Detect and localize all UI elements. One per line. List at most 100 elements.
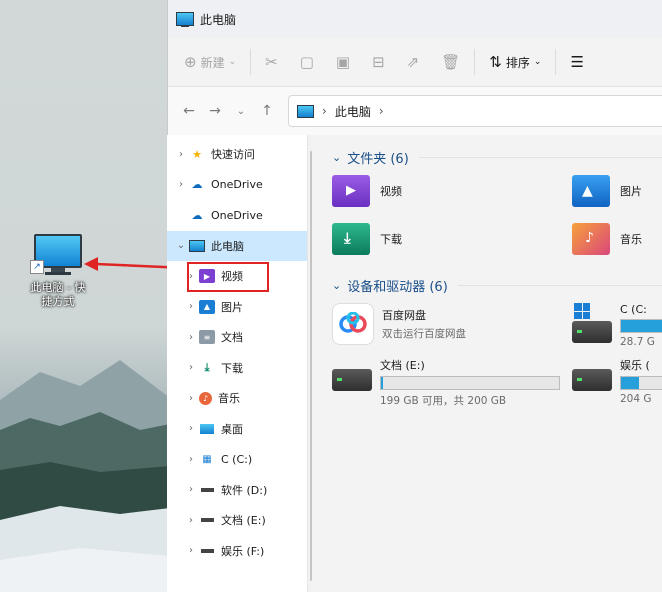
chevron-right-icon[interactable]: ›	[173, 179, 189, 190]
sort-arrows-icon: ⇅	[489, 53, 502, 71]
computer-icon	[297, 104, 314, 118]
plus-circle-icon: ⊕	[184, 53, 197, 71]
view-list-icon: ☰	[570, 53, 584, 71]
rename-button[interactable]: ⊟	[372, 53, 385, 71]
drive-icon	[332, 369, 372, 391]
downloads-folder-icon: ⤓	[332, 223, 370, 255]
cloud-icon: ☁	[191, 178, 203, 192]
nav-downloads[interactable]: › ⤓ 下载	[167, 353, 307, 384]
breadcrumb-chevron-icon[interactable]: ›	[379, 104, 384, 118]
navigation-pane: › ★ 快速访问 › ☁ OneDrive ☁ OneDrive ⌄ 此电脑 ›	[167, 135, 308, 592]
folders-grid: ▶ 视频 ▲ 图片 ⤓ 下载 ♪ 音乐	[332, 169, 662, 273]
delete-button[interactable]: 🗑	[441, 53, 460, 71]
cloud-icon: ☁	[191, 208, 203, 222]
chevron-down-icon[interactable]: ⌄	[173, 240, 189, 251]
section-header-drives[interactable]: ⌄ 设备和驱动器 (6)	[332, 273, 662, 297]
nav-onedrive-personal[interactable]: ☁ OneDrive	[167, 200, 307, 231]
drive-icon	[199, 513, 215, 527]
nav-drive-e[interactable]: › 文档 (E:)	[167, 505, 307, 536]
nav-music[interactable]: › ♪ 音乐	[167, 383, 307, 414]
share-icon: ⇗	[406, 53, 420, 71]
nav-documents[interactable]: › ≡ 文档	[167, 322, 307, 353]
drive-e-usage-bar	[380, 376, 560, 390]
back-arrow-icon[interactable]: ←	[176, 103, 202, 119]
chevron-right-icon[interactable]: ›	[183, 362, 199, 373]
baidu-netdisk-icon	[332, 303, 374, 345]
chevron-right-icon[interactable]: ›	[183, 393, 199, 404]
drive-icon	[572, 321, 612, 343]
folder-music[interactable]: ♪ 音乐	[572, 223, 642, 255]
chevron-right-icon[interactable]: ›	[183, 332, 199, 343]
trash-icon: 🗑	[441, 53, 461, 71]
nav-onedrive[interactable]: › ☁ OneDrive	[167, 170, 307, 201]
navigation-bar: ← → ⌄ ↑ › 此电脑 ›	[168, 87, 662, 135]
explorer-body: › ★ 快速访问 › ☁ OneDrive ☁ OneDrive ⌄ 此电脑 ›	[167, 135, 662, 592]
view-button[interactable]: ☰	[570, 53, 583, 71]
chevron-down-icon: ⌄	[332, 278, 342, 292]
content-pane: ⌄ 文件夹 (6) ▶ 视频 ▲ 图片 ⤓ 下载 ♪ 音乐 ⌄ 设备和驱动器 (…	[314, 135, 662, 592]
desktop-icon	[199, 422, 215, 436]
folder-videos[interactable]: ▶ 视频	[332, 175, 402, 207]
folder-downloads[interactable]: ⤓ 下载	[332, 223, 402, 255]
nav-drive-f[interactable]: › 娱乐 (F:)	[167, 536, 307, 567]
document-icon: ≡	[199, 330, 215, 345]
computer-icon	[176, 12, 194, 27]
computer-icon	[189, 239, 205, 253]
nav-pictures[interactable]: › ▲ 图片	[167, 292, 307, 323]
paste-button[interactable]: ▣	[336, 53, 350, 71]
drive-icon	[199, 544, 215, 558]
command-bar: ⊕ 新建 ⌄ ✂ ▢ ▣ ⊟ ⇗ 🗑 ⇅ 排序 ⌄ ☰	[168, 38, 662, 87]
section-header-folders[interactable]: ⌄ 文件夹 (6)	[332, 145, 662, 169]
image-icon: ▲	[199, 299, 215, 314]
recent-locations-chevron-icon[interactable]: ⌄	[228, 106, 254, 117]
drive-e[interactable]: 文档 (E:) 199 GB 可用，共 200 GB	[332, 357, 560, 408]
title-bar: 此电脑	[168, 0, 662, 38]
drive-c-usage-bar	[620, 319, 662, 333]
copy-icon: ▢	[299, 53, 314, 71]
chevron-right-icon[interactable]: ›	[183, 454, 199, 465]
up-arrow-icon[interactable]: ↑	[254, 103, 280, 119]
address-bar[interactable]: › 此电脑 ›	[288, 95, 662, 127]
chevron-right-icon[interactable]: ›	[183, 423, 199, 434]
annotation-highlight-box	[187, 262, 269, 292]
nav-quick-access[interactable]: › ★ 快速访问	[167, 139, 307, 170]
sort-button[interactable]: ⇅ 排序 ⌄	[489, 53, 541, 71]
cut-button[interactable]: ✂	[265, 53, 278, 71]
nav-drive-c[interactable]: › ▦ C (C:)	[167, 444, 307, 475]
video-folder-icon: ▶	[332, 175, 370, 207]
copy-button[interactable]: ▢	[300, 53, 314, 71]
window-title: 此电脑	[200, 12, 237, 27]
drive-f[interactable]: 娱乐 ( 204 G	[572, 357, 662, 405]
breadcrumb-chevron-icon: ›	[322, 104, 327, 118]
star-icon: ★	[192, 147, 202, 161]
scissors-icon: ✂	[265, 53, 278, 71]
paste-icon: ▣	[335, 53, 351, 71]
forward-arrow-icon[interactable]: →	[202, 103, 228, 119]
drive-icon	[572, 369, 612, 391]
drive-f-usage-bar	[620, 376, 662, 390]
new-button[interactable]: ⊕ 新建 ⌄	[184, 53, 236, 71]
music-icon: ♪	[199, 391, 212, 405]
chevron-right-icon[interactable]: ›	[183, 545, 199, 556]
share-button[interactable]: ⇗	[407, 53, 420, 71]
breadcrumb-this-pc[interactable]: 此电脑	[335, 103, 371, 120]
nav-drive-d[interactable]: › 软件 (D:)	[167, 475, 307, 506]
chevron-right-icon[interactable]: ›	[173, 149, 189, 160]
pictures-folder-icon: ▲	[572, 175, 610, 207]
windows-logo-icon	[574, 303, 590, 319]
folder-pictures[interactable]: ▲ 图片	[572, 175, 642, 207]
drive-baidu-netdisk[interactable]: 百度网盘 双击运行百度网盘	[332, 303, 466, 345]
windows-drive-icon: ▦	[202, 453, 212, 465]
drive-icon	[199, 483, 215, 497]
chevron-right-icon[interactable]: ›	[183, 301, 199, 312]
drive-c[interactable]: C (C: 28.7 G	[572, 303, 662, 348]
chevron-right-icon[interactable]: ›	[183, 515, 199, 526]
chevron-right-icon[interactable]: ›	[183, 484, 199, 495]
nav-this-pc[interactable]: ⌄ 此电脑	[167, 230, 307, 261]
music-folder-icon: ♪	[572, 223, 610, 255]
chevron-down-icon: ⌄	[533, 57, 542, 67]
drives-grid: 百度网盘 双击运行百度网盘 C (C: 28.7 G 文档 (E:) 199 G…	[332, 297, 662, 437]
nav-desktop[interactable]: › 桌面	[167, 414, 307, 445]
download-icon: ⤓	[204, 360, 210, 374]
rename-icon: ⊟	[372, 53, 385, 71]
